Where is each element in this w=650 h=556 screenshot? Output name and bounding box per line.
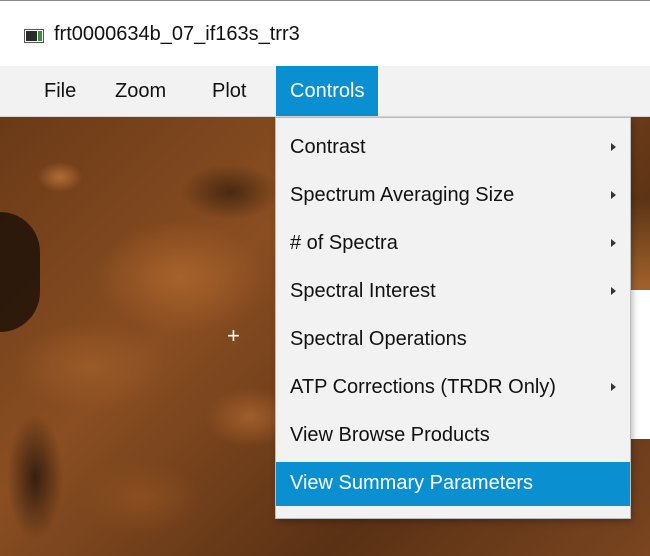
menu-item-spectral-operations[interactable]: Spectral Operations <box>276 318 630 362</box>
window-app-icon <box>24 29 44 43</box>
menu-plot[interactable]: Plot <box>198 66 260 116</box>
menu-zoom[interactable]: Zoom <box>101 66 180 116</box>
menu-item-label: Contrast <box>290 136 366 158</box>
menu-item-spectrum-averaging-size[interactable]: Spectrum Averaging Size <box>276 174 630 218</box>
menu-item-label: # of Spectra <box>290 232 398 254</box>
menu-item-label: Spectrum Averaging Size <box>290 184 515 206</box>
menu-file[interactable]: File <box>30 66 90 116</box>
menu-item-view-browse-products[interactable]: View Browse Products <box>276 414 630 458</box>
menu-item-atp-corrections[interactable]: ATP Corrections (TRDR Only) <box>276 366 630 410</box>
image-dark-region <box>0 212 40 332</box>
menu-item-label: View Summary Parameters <box>290 472 534 494</box>
window-title: frt0000634b_07_if163s_trr3 <box>54 23 300 45</box>
controls-dropdown-menu: Contrast Spectrum Averaging Size # of Sp… <box>275 117 631 519</box>
menu-item-view-summary-parameters[interactable]: View Summary Parameters <box>276 462 630 506</box>
menu-item-spectral-interest[interactable]: Spectral Interest <box>276 270 630 314</box>
menu-item-label: Spectral Interest <box>290 280 436 302</box>
menu-controls[interactable]: Controls <box>276 66 379 116</box>
menu-item-label: Spectral Operations <box>290 328 467 350</box>
submenu-arrow-icon <box>611 191 616 199</box>
submenu-arrow-icon <box>611 239 616 247</box>
submenu-arrow-icon <box>611 143 616 151</box>
menu-item-number-of-spectra[interactable]: # of Spectra <box>276 222 630 266</box>
submenu-arrow-icon <box>611 287 616 295</box>
menu-item-contrast[interactable]: Contrast <box>276 126 630 170</box>
menu-item-label: ATP Corrections (TRDR Only) <box>290 376 556 398</box>
window-titlebar: frt0000634b_07_if163s_trr3 <box>0 1 650 63</box>
plus-crosshair-icon: + <box>227 323 240 348</box>
menu-item-label: View Browse Products <box>290 424 490 446</box>
menu-bar: File Zoom Plot Controls <box>0 66 650 117</box>
submenu-arrow-icon <box>611 383 616 391</box>
